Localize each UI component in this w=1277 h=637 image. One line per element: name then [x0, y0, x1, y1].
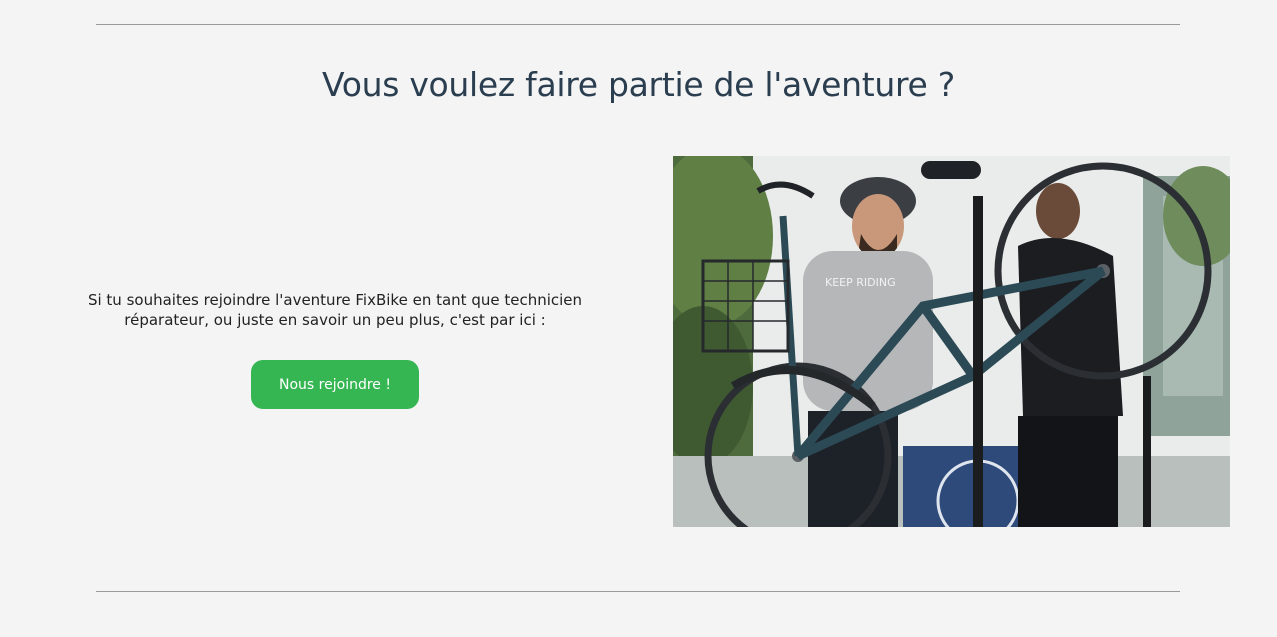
sweater-print-text: KEEP RIDING — [825, 276, 896, 289]
section-title: Vous voulez faire partie de l'aventure ? — [322, 65, 955, 104]
join-button[interactable]: Nous rejoindre ! — [251, 360, 419, 409]
join-text-column: Si tu souhaites rejoindre l'aventure Fix… — [60, 290, 610, 409]
join-intro-text: Si tu souhaites rejoindre l'aventure Fix… — [87, 291, 583, 329]
top-divider — [96, 24, 1180, 25]
bottom-divider — [96, 591, 1180, 592]
bike-repair-photo: KEEP RIDING — [673, 156, 1230, 527]
